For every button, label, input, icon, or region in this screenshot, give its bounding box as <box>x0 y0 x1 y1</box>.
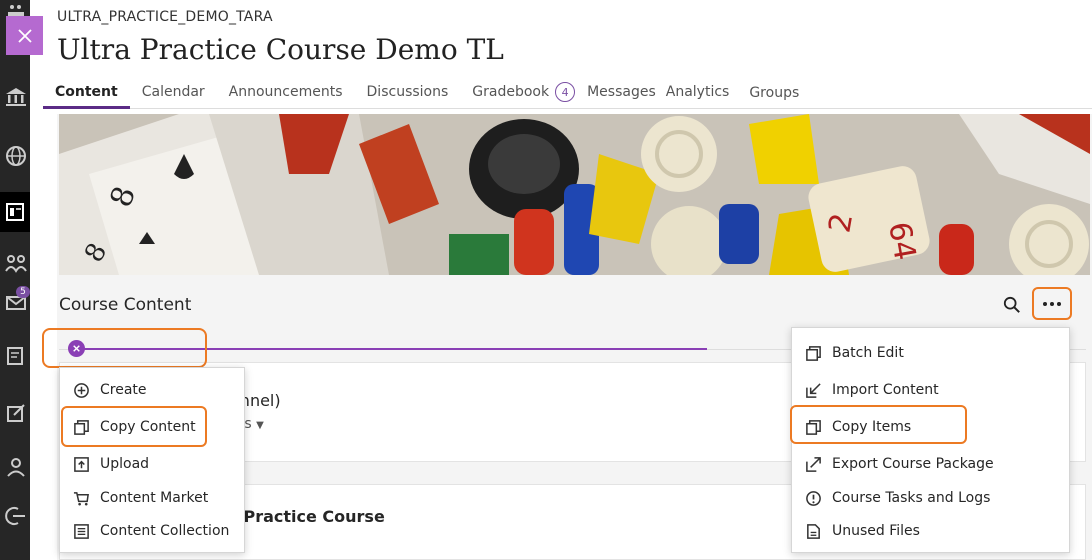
globe-icon[interactable] <box>3 143 29 169</box>
upload-icon <box>72 455 90 473</box>
menu-item-create[interactable]: Create <box>60 373 244 407</box>
messages-count-badge: 5 <box>16 286 30 298</box>
content-item-title[interactable]: r Practice Course <box>230 507 385 526</box>
tab-calendar[interactable]: Calendar <box>130 76 217 109</box>
menu-item-content-collection[interactable]: Content Collection <box>60 514 244 548</box>
search-icon <box>1003 296 1020 313</box>
tab-label: Discussions <box>366 84 449 100</box>
close-course-button[interactable] <box>6 16 43 55</box>
menu-item-upload[interactable]: Upload <box>60 447 244 481</box>
menu-item-label: Import Content <box>832 382 939 398</box>
batch-edit-icon <box>804 344 822 362</box>
alert-icon <box>804 489 822 507</box>
menu-item-label: Upload <box>100 456 150 472</box>
plus-circle-icon <box>72 381 90 399</box>
course-title: Ultra Practice Course Demo TL <box>57 33 504 66</box>
more-dots-icon <box>1043 301 1061 306</box>
profile-icon[interactable] <box>3 454 29 480</box>
highlight-copy-content <box>61 406 207 447</box>
tab-announcements[interactable]: Announcements <box>217 76 355 109</box>
menu-item-label: Course Tasks and Logs <box>832 490 991 506</box>
menu-item-label: Content Collection <box>100 523 230 539</box>
groups-icon[interactable] <box>3 250 29 276</box>
menu-item-label: Create <box>100 382 147 398</box>
courses-icon[interactable] <box>0 192 30 232</box>
highlight-add-button <box>42 328 207 368</box>
course-banner-image: 8 8 2 64 <box>59 114 1090 275</box>
menu-item-label: Batch Edit <box>832 345 904 361</box>
tab-analytics[interactable]: Analytics <box>656 76 738 109</box>
tab-label: Analytics <box>665 84 730 100</box>
search-content-button[interactable] <box>1000 293 1024 317</box>
tab-gradebook[interactable]: Gradebook 4 <box>460 76 587 109</box>
sign-out-icon[interactable] <box>3 503 29 529</box>
tab-content[interactable]: Content <box>43 76 130 109</box>
menu-item-content-market[interactable]: Content Market <box>60 481 244 515</box>
global-nav: 5 <box>0 0 30 560</box>
tab-label: Calendar <box>141 84 205 100</box>
institution-icon[interactable] <box>3 84 29 110</box>
tab-messages[interactable]: Messages <box>587 76 656 109</box>
menu-item-unused-files[interactable]: Unused Files <box>792 514 1069 548</box>
tab-label: Groups <box>749 85 800 101</box>
menu-item-label: Content Market <box>100 490 209 506</box>
more-options-button[interactable] <box>1032 287 1072 320</box>
menu-item-label: Export Course Package <box>832 456 994 472</box>
tab-groups[interactable]: Groups <box>737 76 811 109</box>
svg-text:64: 64 <box>881 219 922 263</box>
gradebook-count-badge: 4 <box>555 82 576 102</box>
tools-icon[interactable] <box>3 400 29 426</box>
menu-item-import-content[interactable]: Import Content <box>792 373 1069 407</box>
menu-item-export-course-package[interactable]: Export Course Package <box>792 447 1069 481</box>
export-icon <box>804 455 822 473</box>
highlight-copy-items <box>790 405 967 444</box>
tab-discussions[interactable]: Discussions <box>355 76 461 109</box>
course-tabs: Content Calendar Announcements Discussio… <box>43 76 1092 109</box>
cart-icon <box>72 489 90 507</box>
tab-label: Messages <box>587 84 656 100</box>
menu-item-label: Unused Files <box>832 523 920 539</box>
tab-label: Gradebook <box>472 84 550 100</box>
import-icon <box>804 381 822 399</box>
course-content-heading: Course Content <box>59 295 192 315</box>
caret-down-icon: ▼ <box>256 420 264 431</box>
collection-icon <box>72 522 90 540</box>
menu-item-course-tasks-logs[interactable]: Course Tasks and Logs <box>792 481 1069 515</box>
tab-label: Content <box>55 84 118 100</box>
file-icon <box>804 522 822 540</box>
grades-icon[interactable] <box>3 343 29 369</box>
create-menu: Create Copy Content Upload Content Marke… <box>59 367 245 553</box>
tab-label: Announcements <box>228 84 343 100</box>
menu-item-batch-edit[interactable]: Batch Edit <box>792 336 1069 370</box>
course-code: ULTRA_PRACTICE_DEMO_TARA <box>57 9 273 25</box>
close-icon <box>17 28 32 43</box>
